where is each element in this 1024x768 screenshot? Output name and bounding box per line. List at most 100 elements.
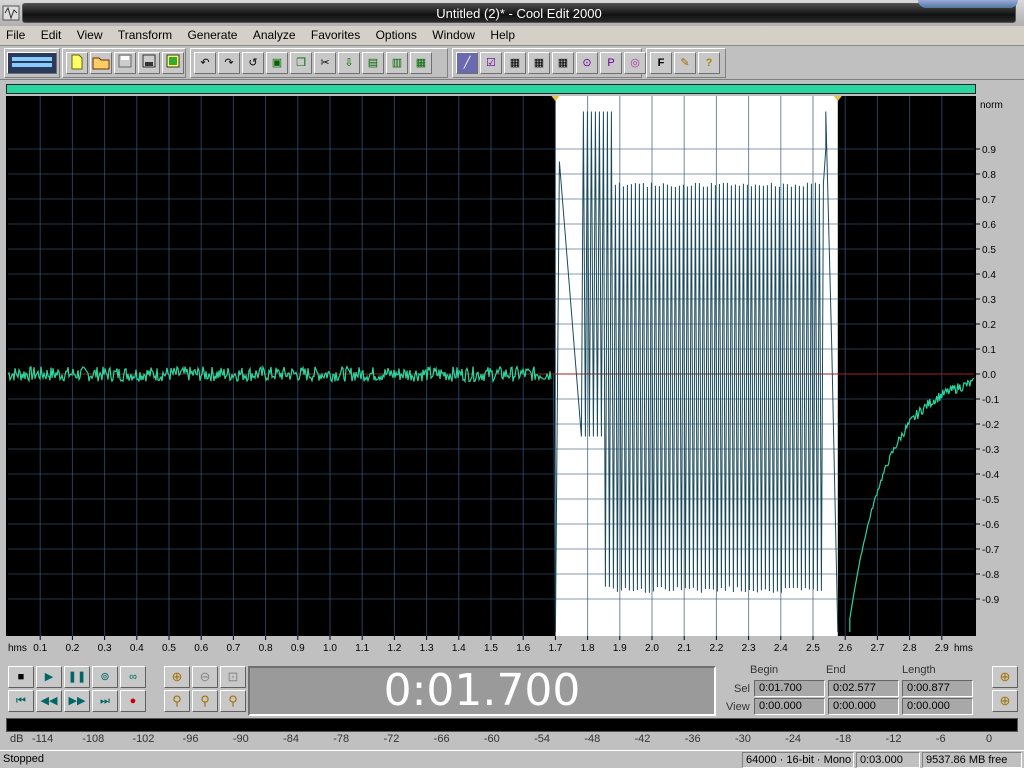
pause-button[interactable]: ❚❚ bbox=[64, 666, 90, 688]
level-unit: dB bbox=[10, 733, 24, 745]
status-state: Stopped bbox=[3, 753, 44, 765]
x-tick-label: 1.3 bbox=[420, 643, 434, 654]
y-tick-label: -0.5 bbox=[982, 495, 1000, 506]
waveform-view-icon[interactable]: ☑ bbox=[480, 52, 502, 74]
toolbar-group-help: F ✎ ? bbox=[646, 48, 726, 78]
sel-end-field[interactable]: 0:02.577 bbox=[828, 680, 899, 697]
sel-length-field[interactable]: 0:00.877 bbox=[902, 680, 973, 697]
y-tick-label: 0.9 bbox=[982, 145, 996, 156]
cool-edit-app-icon[interactable] bbox=[2, 4, 20, 22]
x-tick-label: 2.8 bbox=[903, 643, 917, 654]
x-tick-label: 2.2 bbox=[709, 643, 723, 654]
y-tick-label: -0.1 bbox=[982, 395, 1000, 406]
x-tick-label: 1.7 bbox=[548, 643, 562, 654]
menu-file[interactable]: File bbox=[6, 26, 25, 44]
zoom-selection-icon[interactable]: ⚲ bbox=[164, 690, 190, 712]
menu-analyze[interactable]: Analyze bbox=[253, 26, 296, 44]
level-tick-label: -18 bbox=[835, 733, 852, 745]
undo-icon[interactable]: ↶ bbox=[194, 52, 216, 74]
status-format: 64000 · 16-bit · Mono bbox=[742, 752, 854, 768]
x-tick-label: 2.5 bbox=[806, 643, 820, 654]
trim-icon[interactable]: ▣ bbox=[266, 52, 288, 74]
analyze-icon[interactable]: ⊙ bbox=[576, 52, 598, 74]
open-file-icon[interactable] bbox=[90, 52, 112, 74]
properties-icon[interactable]: P bbox=[600, 52, 622, 74]
level-tick-label: -90 bbox=[232, 733, 249, 745]
y-tick-label: -0.3 bbox=[982, 445, 1000, 456]
multitrack-view-icon[interactable] bbox=[7, 52, 57, 74]
view-length-field[interactable]: 0:00.000 bbox=[902, 698, 973, 715]
overview-bar[interactable] bbox=[6, 84, 976, 94]
record-button[interactable]: ● bbox=[120, 690, 146, 712]
redo-icon[interactable]: ↷ bbox=[218, 52, 240, 74]
menu-favorites[interactable]: Favorites bbox=[311, 26, 360, 44]
save-icon[interactable] bbox=[114, 52, 136, 74]
level-tick-label: -66 bbox=[433, 733, 450, 745]
sel-begin-field[interactable]: 0:01.700 bbox=[754, 680, 825, 697]
window-controls[interactable] bbox=[918, 0, 1018, 8]
copy-icon[interactable]: ❐ bbox=[290, 52, 312, 74]
view-end-field[interactable]: 0:00.000 bbox=[828, 698, 899, 715]
waveform-canvas[interactable]: norm 0.9 0.8 0.7 0.6 0.5 0.4 0.3 0.2 0.1 0.0 -0.1 -0… bbox=[6, 96, 1018, 662]
x-axis-panel bbox=[6, 636, 1018, 662]
y-tick-label: -0.2 bbox=[982, 420, 1000, 431]
menu-edit[interactable]: Edit bbox=[41, 26, 62, 44]
waveform-display[interactable]: norm 0.9 0.8 0.7 0.6 0.5 0.4 0.3 0.2 0.1 0.0 -0.1 -0… bbox=[6, 96, 1018, 662]
cut-icon[interactable]: ✂ bbox=[314, 52, 336, 74]
loop-button[interactable]: ∞ bbox=[120, 666, 146, 688]
time-display: 0:01.700 bbox=[248, 666, 716, 716]
paste-to-new-icon[interactable]: ▦ bbox=[410, 52, 432, 74]
stop-button[interactable]: ■ bbox=[8, 666, 34, 688]
x-tick-label: 1.2 bbox=[387, 643, 401, 654]
x-tick-label: 0.8 bbox=[259, 643, 273, 654]
x-tick-label: 0.4 bbox=[130, 643, 144, 654]
mix-paste-icon[interactable]: ▥ bbox=[386, 52, 408, 74]
notes-icon[interactable]: ✎ bbox=[674, 52, 696, 74]
grid-icon-3[interactable]: ▦ bbox=[552, 52, 574, 74]
play-to-end-button[interactable]: ⊚ bbox=[92, 666, 118, 688]
menu-window[interactable]: Window bbox=[432, 26, 475, 44]
menu-transform[interactable]: Transform bbox=[118, 26, 172, 44]
zoom-out-vertical-icon[interactable]: ⊕ bbox=[992, 690, 1018, 712]
zoom-in-vertical-icon[interactable]: ⊕ bbox=[992, 666, 1018, 688]
y-tick-label: 0.7 bbox=[982, 195, 996, 206]
zoom-in-icon[interactable]: ⊕ bbox=[164, 666, 190, 688]
zoom-right-icon[interactable]: ⚲ bbox=[220, 690, 246, 712]
help-icon[interactable]: ? bbox=[698, 52, 720, 74]
grid-icon-2[interactable]: ▦ bbox=[528, 52, 550, 74]
x-axis-unit-left: hms bbox=[8, 643, 27, 654]
repeat-last-icon[interactable]: ↺ bbox=[242, 52, 264, 74]
zoom-out-icon[interactable]: ⊖ bbox=[192, 666, 218, 688]
menu-view[interactable]: View bbox=[77, 26, 103, 44]
grid-icon[interactable]: ▦ bbox=[504, 52, 526, 74]
new-file-icon[interactable] bbox=[66, 52, 88, 74]
title-bar-strip: Untitled (2)* - Cool Edit 2000 bbox=[22, 3, 1016, 23]
y-tick-label: 0.5 bbox=[982, 245, 996, 256]
level-tick-label: -42 bbox=[634, 733, 651, 745]
level-tick-label: 0 bbox=[986, 733, 993, 745]
paste-new-icon[interactable]: ▤ bbox=[362, 52, 384, 74]
paste-icon[interactable]: ⇩ bbox=[338, 52, 360, 74]
menu-help[interactable]: Help bbox=[490, 26, 515, 44]
menu-options[interactable]: Options bbox=[376, 26, 417, 44]
spectral-view-icon[interactable]: ╱ bbox=[456, 52, 478, 74]
go-to-beginning-button[interactable]: ⏮ bbox=[8, 690, 34, 712]
zoom-left-icon[interactable]: ⚲ bbox=[192, 690, 218, 712]
begin-header: Begin bbox=[750, 664, 779, 676]
play-button[interactable]: ▶ bbox=[36, 666, 62, 688]
x-tick-label: 1.1 bbox=[355, 643, 369, 654]
go-to-end-button[interactable]: ⏭ bbox=[92, 690, 118, 712]
favorites-f-icon[interactable]: F bbox=[650, 52, 672, 74]
rewind-button[interactable]: ◀◀ bbox=[36, 690, 62, 712]
fast-forward-button[interactable]: ▶▶ bbox=[64, 690, 90, 712]
toolbar-group-file bbox=[62, 48, 186, 78]
cd-icon[interactable]: ◎ bbox=[624, 52, 646, 74]
level-tick-label: -12 bbox=[885, 733, 902, 745]
level-meter-scale: dB -114 -108 -102 -96 -90 -84 -78 -72 -66 -60 -54-… bbox=[0, 732, 1024, 748]
view-begin-field[interactable]: 0:00.000 bbox=[754, 698, 825, 715]
close-icon[interactable] bbox=[162, 52, 184, 74]
level-tick-label: -48 bbox=[584, 733, 601, 745]
save-selection-icon[interactable] bbox=[138, 52, 160, 74]
menu-generate[interactable]: Generate bbox=[187, 26, 237, 44]
zoom-full-icon[interactable]: ⊡ bbox=[220, 666, 246, 688]
